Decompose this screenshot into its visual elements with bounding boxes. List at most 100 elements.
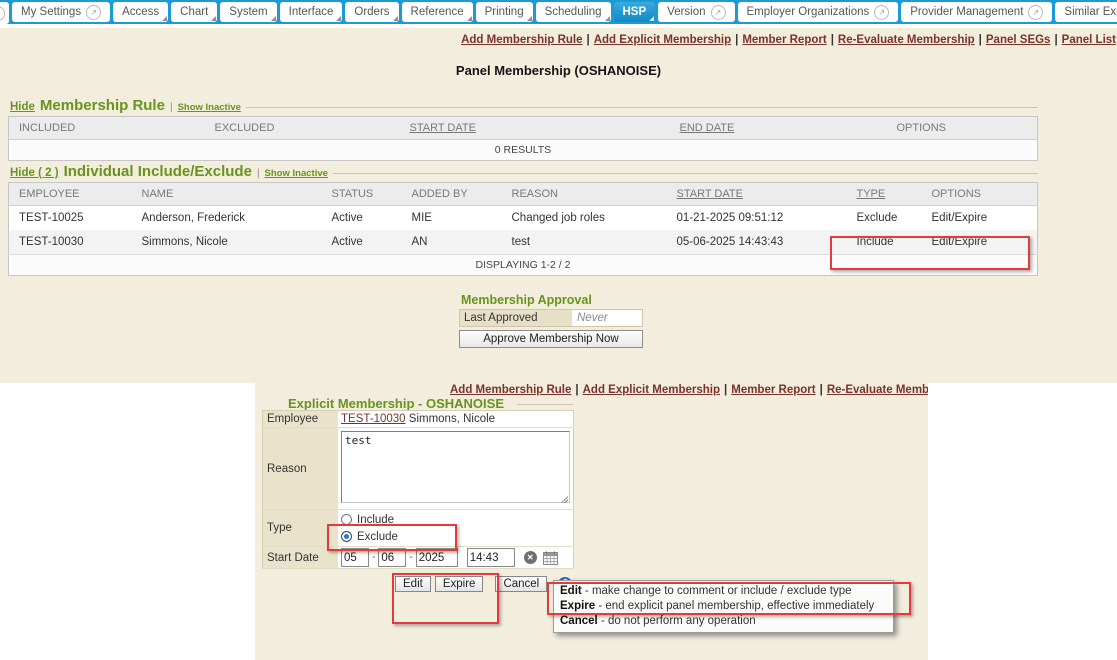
tab-label: Version xyxy=(667,6,705,18)
tab-similar-exposure-groups[interactable]: Similar Exposure Groups (SEGs) ↗ xyxy=(1055,2,1117,22)
add-explicit-membership-link[interactable]: Add Explicit Membership xyxy=(594,34,731,46)
individual-title: Individual Include/Exclude xyxy=(64,163,252,180)
edit-expire-option[interactable]: Edit/Expire xyxy=(926,206,1038,231)
show-inactive-link[interactable]: Show Inactive xyxy=(178,102,241,113)
explicit-membership-form-title: Explicit Membership - OSHANOISE xyxy=(288,396,504,411)
hide-individual-link[interactable]: Hide ( 2 ) xyxy=(10,167,59,179)
divider xyxy=(517,404,573,405)
tab-label: Chart xyxy=(180,6,208,18)
employee-row: Employee TEST-10030 Simmons, Nicole xyxy=(263,411,574,428)
col-end-date[interactable]: END DATE xyxy=(674,117,891,140)
tab-employer-organizations[interactable]: Employer Organizations ↗ xyxy=(738,2,899,22)
panel-list-link[interactable]: Panel List xyxy=(1062,34,1116,46)
tab-reference[interactable]: Reference xyxy=(402,2,473,22)
tab-version[interactable]: Version ↗ xyxy=(658,2,734,22)
cell-status: Active xyxy=(326,230,406,255)
add-membership-rule-link[interactable]: Add Membership Rule xyxy=(461,34,582,46)
tab-label: Provider Management xyxy=(910,6,1023,18)
tab-provider-management[interactable]: Provider Management ↗ xyxy=(901,2,1052,22)
action-links-row: Add Membership Rule|Add Explicit Members… xyxy=(461,34,1116,46)
empty-results-row: 0 RESULTS xyxy=(9,140,1038,161)
cell-added-by: MIE xyxy=(406,206,506,231)
table-row: TEST-10030 Simmons, Nicole Active AN tes… xyxy=(9,230,1038,255)
type-row: Type Include Exclude xyxy=(263,510,574,547)
membership-approval-title: Membership Approval xyxy=(461,293,643,307)
tab-label: Printing xyxy=(485,6,524,18)
cell-employee: TEST-10030 xyxy=(9,230,136,255)
tab-system[interactable]: System xyxy=(220,2,276,22)
expire-button[interactable]: Expire xyxy=(435,576,484,592)
month-input[interactable] xyxy=(341,548,369,567)
table-header-row: INCLUDED EXCLUDED START DATE END DATE OP… xyxy=(9,117,1038,140)
tab-interface[interactable]: Interface xyxy=(280,2,343,22)
clear-date-icon[interactable]: ✕ xyxy=(524,551,537,564)
re-evaluate-membership-link[interactable]: Re-Evaluate Membership xyxy=(827,384,928,396)
tab-access[interactable]: Access xyxy=(113,2,168,22)
tab-hsp-active[interactable]: HSP xyxy=(614,2,656,22)
external-link-icon: ↗ xyxy=(711,5,726,20)
resize-handle[interactable] xyxy=(560,495,568,503)
membership-approval-section: Membership Approval Last Approved Never … xyxy=(459,293,643,348)
tab-my-settings[interactable]: My Settings ↗ xyxy=(12,2,110,22)
col-start-date[interactable]: START DATE xyxy=(671,183,851,206)
employee-name: Simmons, Nicole xyxy=(409,413,495,425)
show-inactive-link[interactable]: Show Inactive xyxy=(265,168,328,179)
form-buttons-row: Edit Expire Cancel ? xyxy=(395,576,572,592)
panel-segs-link[interactable]: Panel SEGs xyxy=(986,34,1051,46)
external-link-icon: ↗ xyxy=(0,6,5,21)
cell-employee: TEST-10025 xyxy=(9,206,136,231)
cell-name: Simmons, Nicole xyxy=(136,230,326,255)
member-report-link[interactable]: Member Report xyxy=(742,34,826,46)
tooltip-line-expire: Expire - end explicit panel membership, … xyxy=(560,599,887,614)
reason-row: Reason test xyxy=(263,428,574,510)
hide-membership-rule-link[interactable]: Hide xyxy=(10,101,35,113)
page-title: Panel Membership (OSHANOISE) xyxy=(0,63,1117,78)
tab-orders[interactable]: Orders xyxy=(345,2,398,22)
type-label: Type xyxy=(263,510,339,547)
last-approved-label: Last Approved xyxy=(460,310,572,326)
membership-rule-table: INCLUDED EXCLUDED START DATE END DATE OP… xyxy=(8,116,1038,161)
type-option-include[interactable]: Include xyxy=(341,511,570,528)
individual-table: EMPLOYEE NAME STATUS ADDED BY REASON STA… xyxy=(8,182,1038,276)
table-header-row: EMPLOYEE NAME STATUS ADDED BY REASON STA… xyxy=(9,183,1038,206)
tab-scheduling[interactable]: Scheduling xyxy=(536,2,611,22)
add-membership-rule-link[interactable]: Add Membership Rule xyxy=(450,384,571,396)
col-type[interactable]: TYPE xyxy=(851,183,926,206)
col-included: INCLUDED xyxy=(9,117,209,140)
edit-button[interactable]: Edit xyxy=(395,576,431,592)
tab-label: Similar Exposure Groups (SEGs) xyxy=(1064,6,1117,18)
re-evaluate-membership-link[interactable]: Re-Evaluate Membership xyxy=(838,34,975,46)
tab-chart[interactable]: Chart xyxy=(171,2,217,22)
cell-type: Include xyxy=(851,230,926,255)
col-start-date[interactable]: START DATE xyxy=(404,117,674,140)
start-date-label: Start Date xyxy=(263,547,339,569)
cell-name: Anderson, Frederick xyxy=(136,206,326,231)
divider xyxy=(333,173,1038,174)
tab-printing[interactable]: Printing xyxy=(476,2,533,22)
radio-exclude-selected[interactable] xyxy=(341,531,352,542)
cancel-button[interactable]: Cancel xyxy=(495,576,547,592)
approve-membership-now-button[interactable]: Approve Membership Now xyxy=(459,330,643,348)
day-input[interactable] xyxy=(378,548,406,567)
calendar-icon[interactable] xyxy=(543,551,558,565)
col-status: STATUS xyxy=(326,183,406,206)
edit-expire-option[interactable]: Edit/Expire xyxy=(926,230,1038,255)
year-input[interactable] xyxy=(416,548,458,567)
add-explicit-membership-link[interactable]: Add Explicit Membership xyxy=(583,384,720,396)
reason-textarea[interactable]: test xyxy=(341,431,570,503)
tab-label: HSP xyxy=(623,6,647,18)
col-reason: REASON xyxy=(506,183,671,206)
membership-rule-section: Hide Membership Rule | Show Inactive INC… xyxy=(8,97,1038,161)
time-input[interactable] xyxy=(467,548,515,567)
tab-label: My Settings xyxy=(21,6,81,18)
member-report-link[interactable]: Member Report xyxy=(731,384,815,396)
reason-label: Reason xyxy=(263,428,339,510)
tab-label: Reference xyxy=(411,6,464,18)
employee-id-link[interactable]: TEST-10030 xyxy=(341,413,406,425)
type-option-exclude[interactable]: Exclude xyxy=(341,528,570,545)
action-links-row: Add Membership Rule|Add Explicit Members… xyxy=(255,384,928,396)
tab-label: Interface xyxy=(289,6,334,18)
radio-include[interactable] xyxy=(341,514,352,525)
external-link-icon: ↗ xyxy=(874,5,889,20)
col-options: OPTIONS xyxy=(926,183,1038,206)
